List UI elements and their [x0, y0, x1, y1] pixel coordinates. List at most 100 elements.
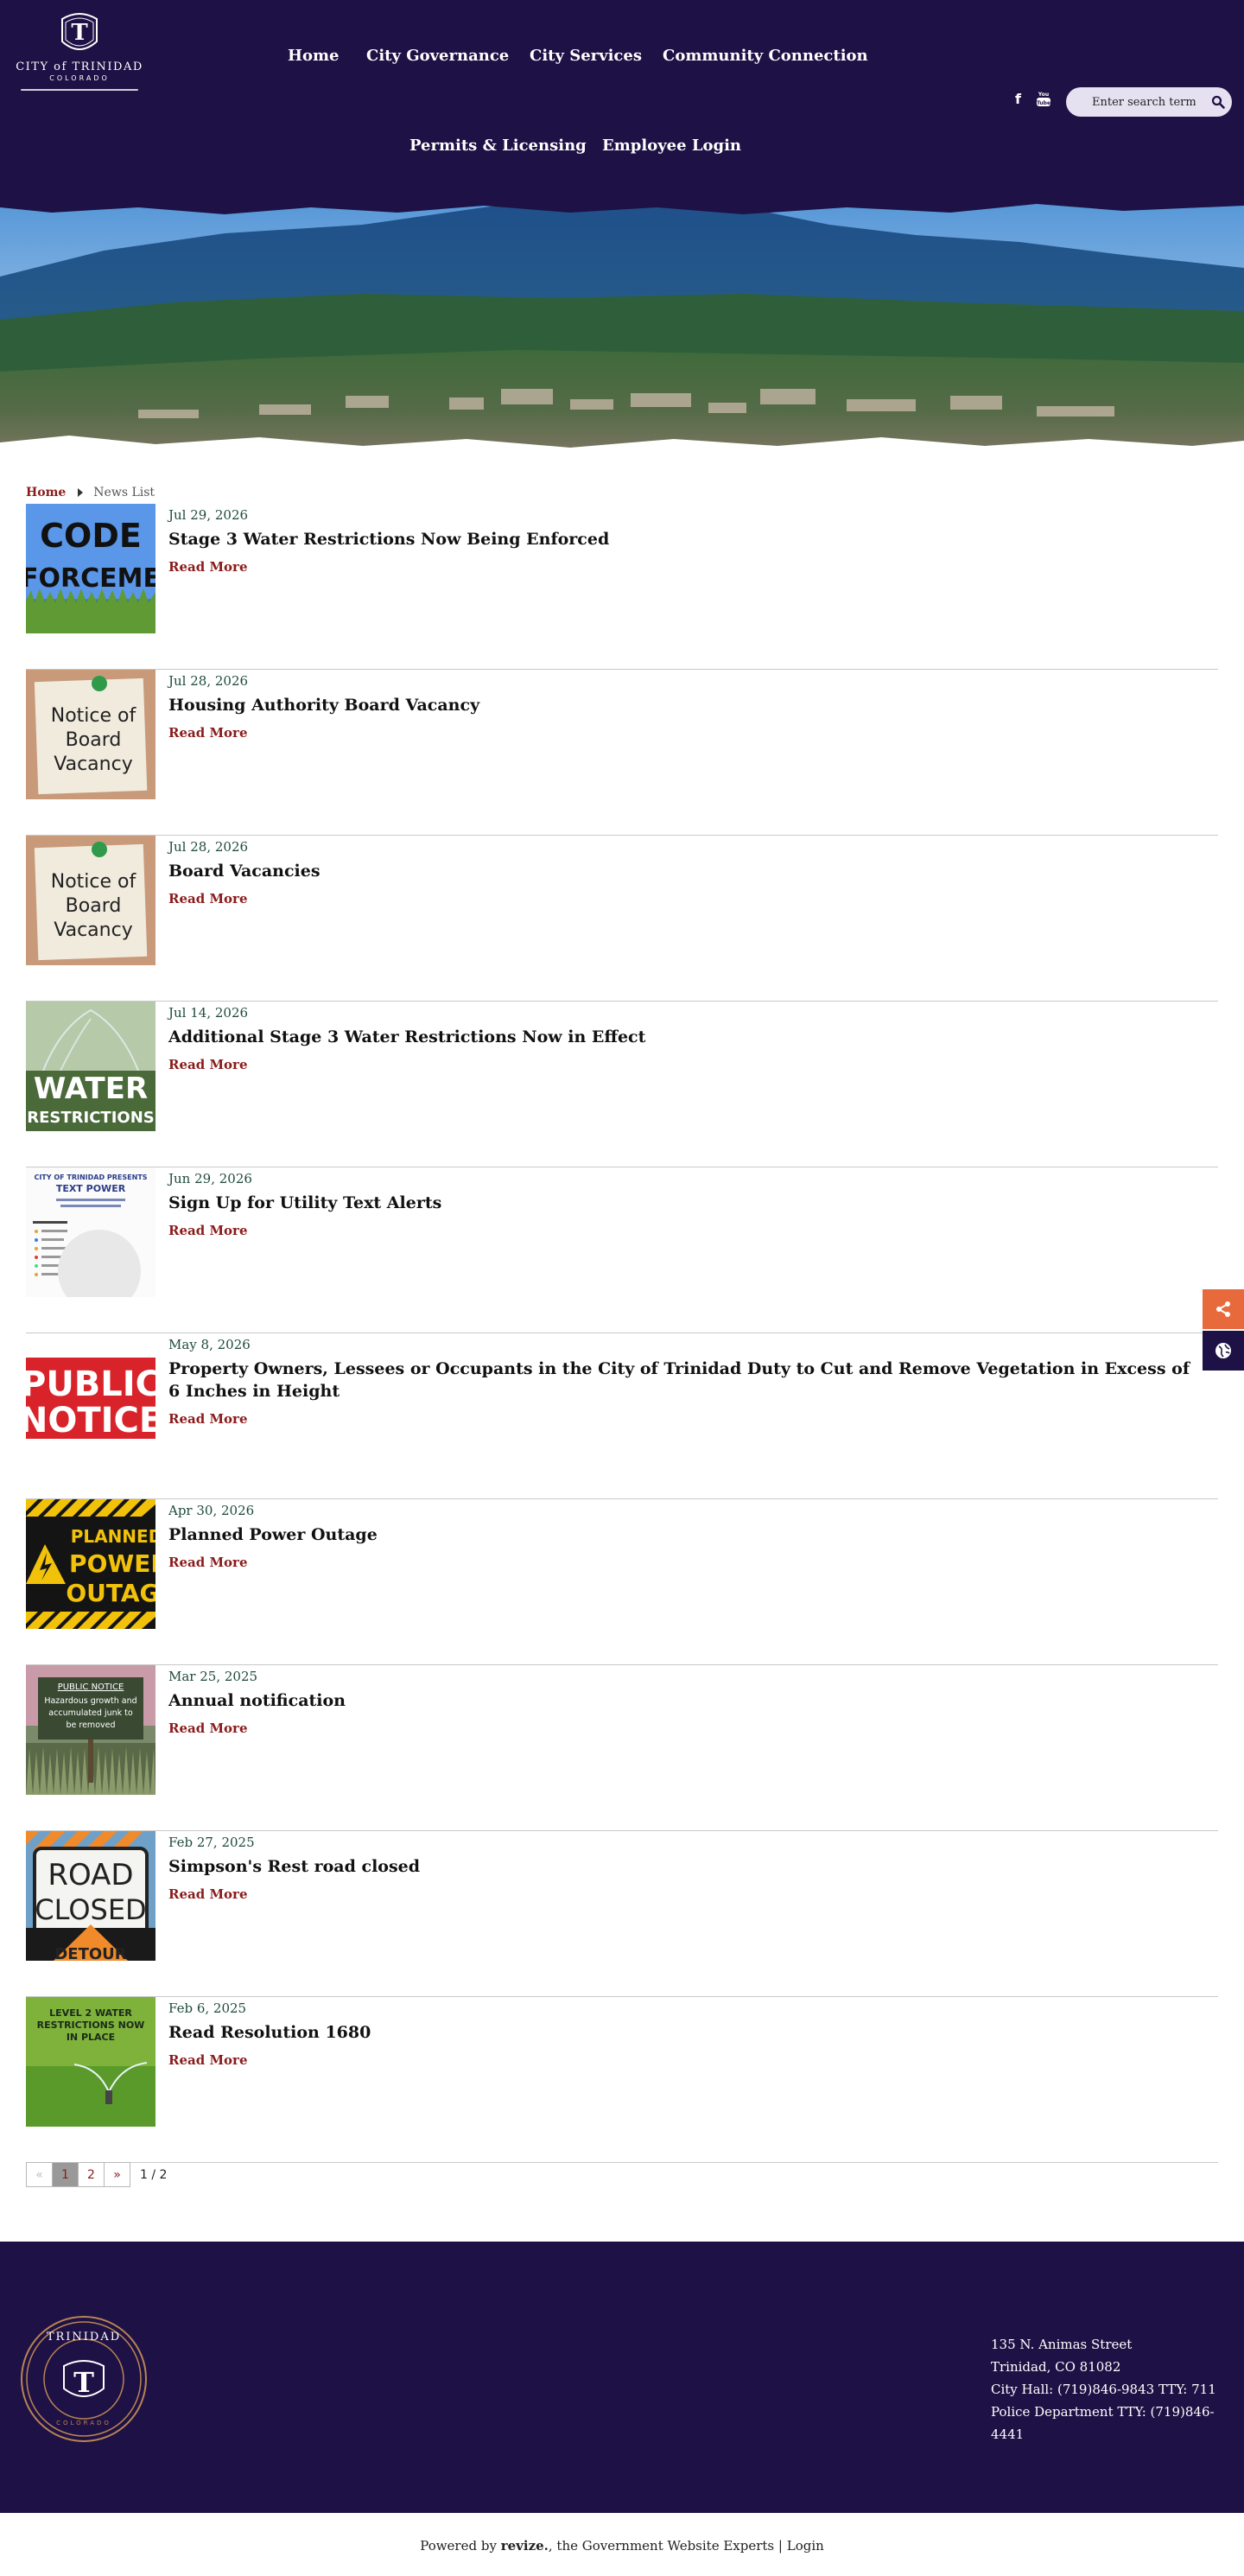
news-title[interactable]: Sign Up for Utility Text Alerts	[168, 1192, 1205, 1214]
thumb-text: CLOSED	[35, 1893, 146, 1926]
address-city: Trinidad, CO 81082	[991, 2359, 1121, 2375]
news-item: WATER RESTRICTIONS Jul 14, 2026 Addition…	[26, 1002, 1218, 1167]
svg-text:Tube: Tube	[1037, 100, 1050, 106]
read-more-link[interactable]: Read More	[168, 1411, 248, 1427]
news-thumbnail-board-vacancy[interactable]: Notice of Board Vacancy	[26, 670, 156, 799]
news-date: Jul 29, 2026	[168, 507, 249, 523]
revize-brand: revize.	[500, 2538, 549, 2554]
breadcrumb-separator-icon	[78, 488, 84, 497]
share-button[interactable]	[1203, 1289, 1244, 1329]
breadcrumb: Home News List	[26, 486, 155, 499]
news-title[interactable]: Read Resolution 1680	[168, 2021, 1205, 2044]
logo-subtitle: COLORADO	[49, 74, 110, 82]
nav-city-services[interactable]: City Services	[530, 47, 642, 65]
news-thumbnail-level2-water[interactable]: LEVEL 2 WATER RESTRICTIONS NOW IN PLACE	[26, 1997, 156, 2127]
thumb-text: ROAD	[48, 1858, 133, 1892]
read-more-link[interactable]: Read More	[168, 1555, 248, 1570]
thumb-text: DETOUR	[54, 1945, 126, 1961]
news-date: Feb 27, 2025	[168, 1835, 255, 1850]
logo-name: CITY of TRINIDAD	[16, 60, 143, 73]
site-header: T CITY of TRINIDAD COLORADO Home City Go…	[0, 0, 1244, 200]
news-date: Mar 25, 2025	[168, 1669, 258, 1684]
news-thumbnail-text-power[interactable]: CITY OF TRINIDAD PRESENTS TEXT POWER	[26, 1167, 156, 1297]
read-more-link[interactable]: Read More	[168, 559, 248, 575]
address-street: 135 N. Animas Street	[991, 2337, 1133, 2352]
news-date: Feb 6, 2025	[168, 2000, 247, 2016]
search-icon[interactable]	[1211, 95, 1225, 109]
globe-icon	[1215, 1343, 1231, 1358]
news-thumbnail-water-restrictions[interactable]: WATER RESTRICTIONS	[26, 1002, 156, 1131]
breadcrumb-current: News List	[93, 486, 156, 499]
nav-home[interactable]: Home	[288, 47, 340, 65]
read-more-link[interactable]: Read More	[168, 891, 248, 906]
news-title[interactable]: Annual notification	[168, 1689, 1205, 1712]
svg-text:T: T	[73, 2366, 94, 2399]
thumb-text: Hazardous growth and	[44, 1696, 136, 1706]
revize-link[interactable]: revize.	[501, 2538, 549, 2554]
news-item: PUBLIC NOTICE Hazardous growth and accum…	[26, 1665, 1218, 1831]
site-logo[interactable]: T CITY of TRINIDAD COLORADO	[10, 7, 149, 104]
pagination-page-1[interactable]: 1	[52, 2162, 79, 2187]
news-thumbnail-road-closed[interactable]: ROAD CLOSED DETOUR	[26, 1831, 156, 1961]
news-title[interactable]: Housing Authority Board Vacancy	[168, 694, 1205, 716]
breadcrumb-home[interactable]: Home	[26, 486, 66, 499]
news-date: Jul 14, 2026	[168, 1005, 249, 1021]
thumb-text: CODE	[40, 517, 142, 555]
thumb-text: LEVEL 2 WATER	[49, 2007, 132, 2019]
thumb-text: PUBLIC	[26, 1364, 156, 1404]
thumb-text: be removed	[67, 1721, 116, 1730]
footer-login-link[interactable]: Login	[787, 2538, 824, 2554]
read-more-link[interactable]: Read More	[168, 725, 248, 741]
footer-address: 135 N. Animas Street Trinidad, CO 81082 …	[991, 2333, 1244, 2446]
news-title[interactable]: Stage 3 Water Restrictions Now Being Enf…	[168, 528, 1205, 550]
svg-text:You: You	[1038, 92, 1049, 98]
thumb-text: PUBLIC NOTICE	[58, 1682, 124, 1692]
pagination-page-2[interactable]: 2	[78, 2162, 105, 2187]
read-more-link[interactable]: Read More	[168, 1721, 248, 1736]
thumb-text: accumulated junk to	[48, 1708, 133, 1718]
thumb-text: CITY OF TRINIDAD PRESENTS	[34, 1174, 147, 1181]
seal-subtext: COLORADO	[56, 2420, 111, 2427]
thumb-text: RESTRICTIONS	[27, 1109, 154, 1127]
facebook-icon[interactable]: f	[1015, 91, 1021, 107]
news-title[interactable]: Additional Stage 3 Water Restrictions No…	[168, 1026, 1205, 1048]
news-item: CITY OF TRINIDAD PRESENTS TEXT POWER Jun…	[26, 1167, 1218, 1333]
thumb-text: NFORCEMEN	[26, 563, 156, 594]
thumb-text: TEXT POWER	[56, 1183, 126, 1194]
news-title[interactable]: Planned Power Outage	[168, 1523, 1205, 1546]
thumb-text: PLANNED	[71, 1526, 156, 1547]
news-thumbnail-public-notice[interactable]: PUBLIC NOTICE	[26, 1333, 156, 1463]
read-more-link[interactable]: Read More	[168, 2052, 248, 2068]
read-more-link[interactable]: Read More	[168, 1886, 248, 1902]
youtube-icon[interactable]: You Tube	[1036, 90, 1051, 111]
news-thumbnail-board-vacancy[interactable]: Notice of Board Vacancy	[26, 836, 156, 965]
news-title[interactable]: Simpson's Rest road closed	[168, 1855, 1205, 1878]
powered-by-suffix: , the Government Website Experts |	[548, 2538, 783, 2554]
address-police-phone: Police Department TTY: (719)846-4441	[991, 2404, 1215, 2442]
read-more-link[interactable]: Read More	[168, 1057, 248, 1072]
read-more-link[interactable]: Read More	[168, 1223, 248, 1238]
news-item: ROAD CLOSED DETOUR Feb 27, 2025 Simpson'…	[26, 1831, 1218, 1997]
news-thumbnail-public-notice-sign[interactable]: PUBLIC NOTICE Hazardous growth and accum…	[26, 1665, 156, 1795]
pagination-prev[interactable]: «	[26, 2162, 53, 2187]
news-thumbnail-code-enforcement[interactable]: CODE NFORCEMEN	[26, 504, 156, 633]
seal-text: TRINIDAD	[47, 2331, 121, 2344]
news-item: CODE NFORCEMEN Jul 29, 2026 Stage 3 Wate…	[26, 504, 1218, 670]
nav-permits-licensing[interactable]: Permits & Licensing	[409, 137, 587, 155]
thumb-text: Board	[66, 895, 122, 917]
nav-community-connection[interactable]: Community Connection	[663, 47, 868, 65]
news-title[interactable]: Board Vacancies	[168, 860, 1205, 882]
nav-employee-login[interactable]: Employee Login	[602, 137, 741, 155]
translate-button[interactable]	[1203, 1331, 1244, 1371]
news-date: Jun 29, 2026	[168, 1171, 252, 1186]
thumb-text: Vacancy	[54, 754, 132, 775]
news-item: LEVEL 2 WATER RESTRICTIONS NOW IN PLACE …	[26, 1997, 1218, 2163]
pagination: « 1 2 » 1 / 2	[26, 2162, 167, 2187]
pagination-next[interactable]: »	[104, 2162, 130, 2187]
thumb-text: Notice of	[51, 705, 137, 727]
nav-city-governance[interactable]: City Governance	[366, 47, 509, 65]
news-thumbnail-power-outage[interactable]: PLANNED POWER OUTAGE	[26, 1499, 156, 1629]
search-input[interactable]	[1092, 93, 1196, 111]
news-title[interactable]: Property Owners, Lessees or Occupants in…	[168, 1358, 1205, 1402]
share-icon	[1216, 1301, 1230, 1317]
